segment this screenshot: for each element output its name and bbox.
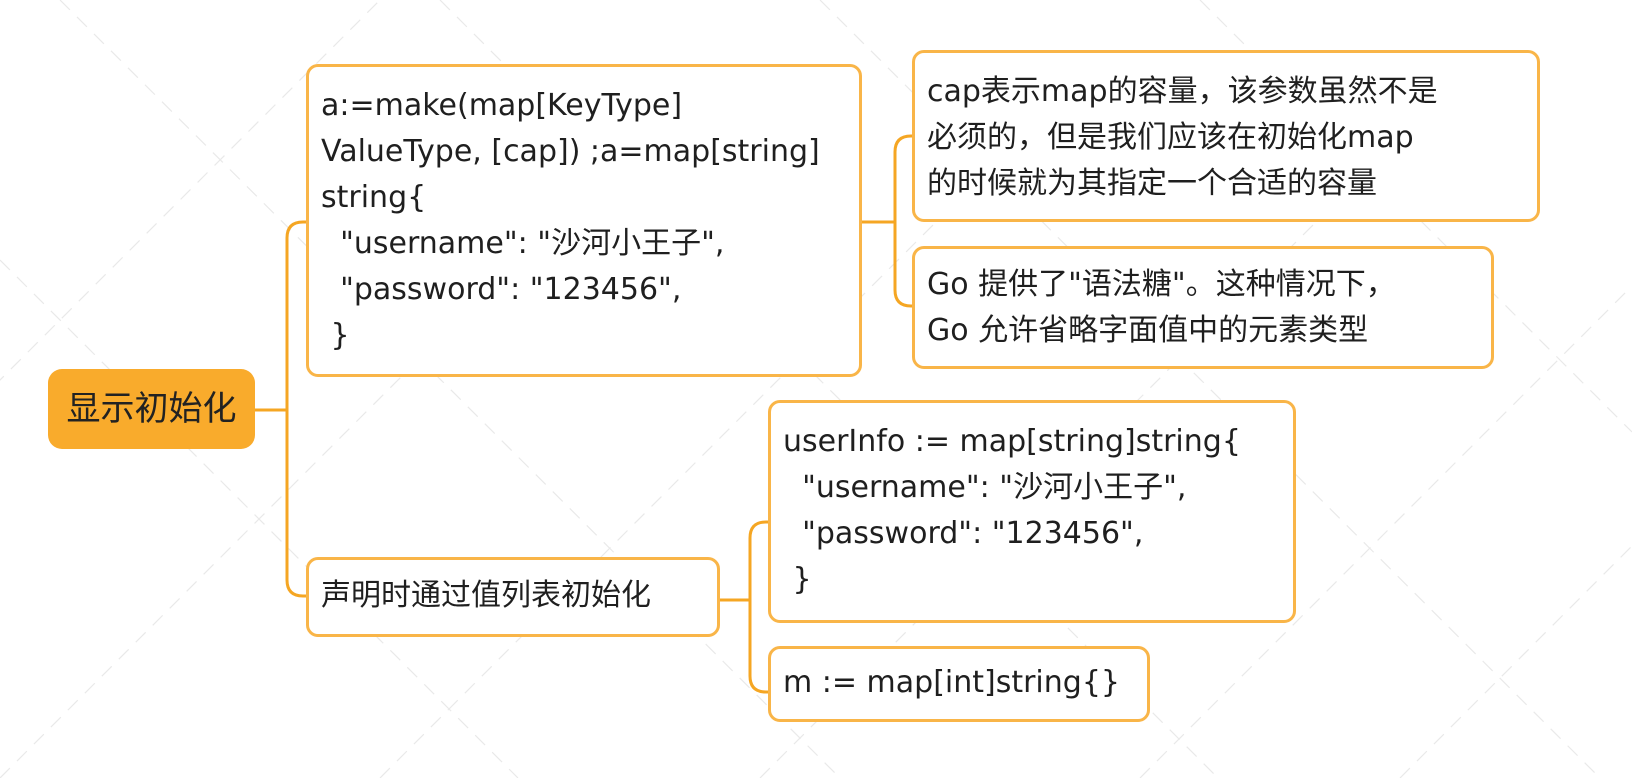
note-capacity-node: cap表示map的容量，该参数虽然不是 必须的，但是我们应该在初始化map 的时… xyxy=(912,50,1540,222)
branch-value-list-node: 声明时通过值列表初始化 xyxy=(306,557,720,637)
root-node: 显示初始化 xyxy=(48,369,255,449)
connector-branch1-notes xyxy=(860,134,914,308)
note-syntax-sugar-node: Go 提供了"语法糖"。这种情况下， Go 允许省略字面值中的元素类型 xyxy=(912,246,1494,369)
branch-make-map-node: a:=make(map[KeyType] ValueType, [cap]) ;… xyxy=(306,64,862,377)
example-userinfo-node: userInfo := map[string]string{ "username… xyxy=(768,400,1296,623)
connector-branch2-examples xyxy=(718,520,770,694)
example-empty-map-node: m := map[int]string{} xyxy=(768,646,1150,722)
connector-root-branches xyxy=(253,220,308,598)
